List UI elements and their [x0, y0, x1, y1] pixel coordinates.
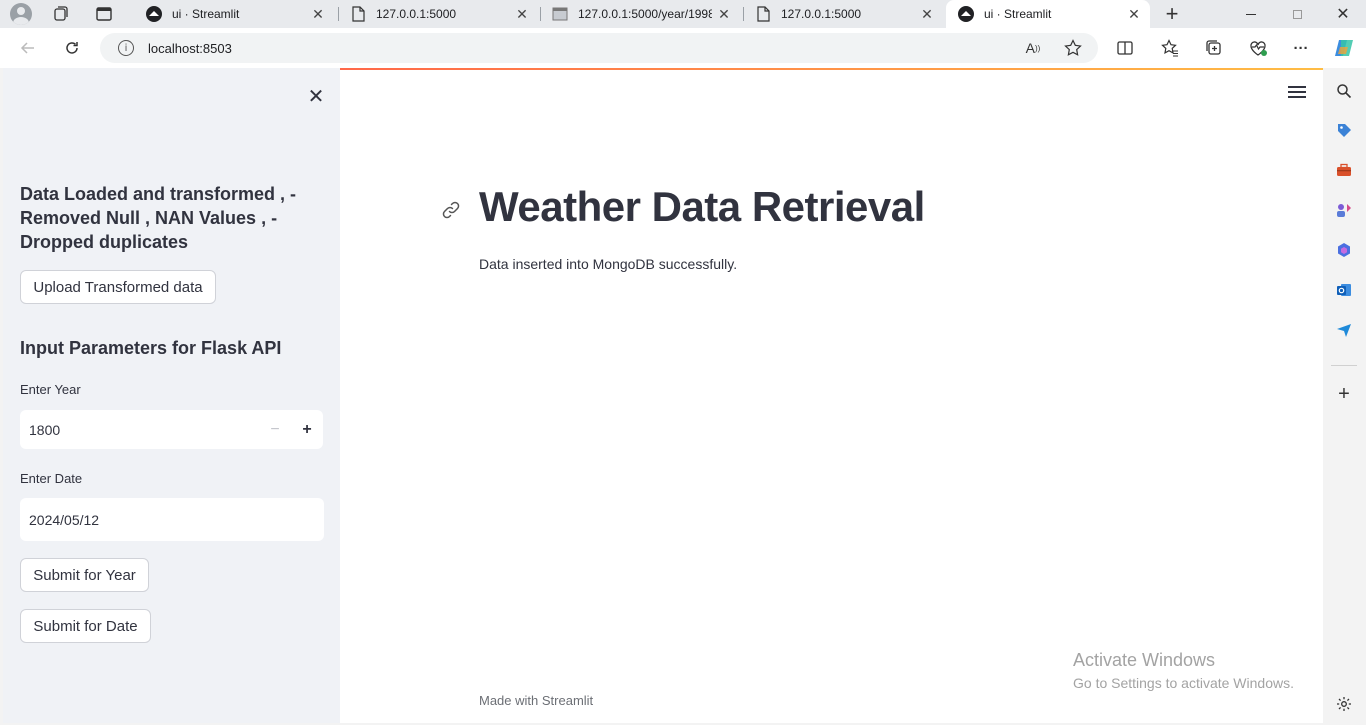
tab-label: ui · Streamlit [984, 7, 1052, 21]
increment-button[interactable]: + [291, 410, 323, 449]
settings-gear-icon[interactable] [1335, 695, 1353, 713]
edge-divider [1331, 365, 1357, 366]
year-input[interactable]: 1800 [20, 422, 259, 438]
tab-label: 127.0.0.1:5000 [781, 7, 862, 21]
upload-transformed-data-button[interactable]: Upload Transformed data [20, 270, 216, 304]
footer-prefix: Made with [479, 693, 539, 708]
terminal-page-icon [552, 6, 568, 22]
page-icon [350, 6, 366, 22]
submit-year-button[interactable]: Submit for Year [20, 558, 149, 592]
collections-icon[interactable] [1202, 36, 1226, 60]
close-icon[interactable]: ✕ [510, 6, 534, 23]
edge-sidebar: + [1323, 68, 1366, 725]
streamlit-link[interactable]: Streamlit [542, 693, 593, 708]
vertical-tabs-icon[interactable] [95, 5, 113, 23]
page-title: Weather Data Retrieval [479, 183, 925, 230]
tab-streamlit-1[interactable]: ui · Streamlit ✕ [134, 0, 334, 28]
close-icon[interactable]: ✕ [1122, 6, 1146, 23]
main-menu-icon[interactable] [1288, 84, 1306, 100]
profile-avatar-icon[interactable] [10, 3, 32, 25]
send-icon[interactable] [1335, 321, 1353, 339]
year-label: Enter Year [20, 382, 81, 397]
streamlit-page: ✕ Data Loaded and transformed , - Remove… [3, 68, 1323, 723]
close-icon[interactable]: ✕ [915, 6, 939, 23]
sidebar: ✕ Data Loaded and transformed , - Remove… [3, 68, 340, 723]
tools-briefcase-icon[interactable] [1335, 161, 1353, 179]
page-icon [755, 6, 771, 22]
decrement-button[interactable]: − [259, 410, 291, 449]
tab-label: 127.0.0.1:5000 [376, 7, 457, 21]
tab-label: ui · Streamlit [172, 7, 240, 21]
date-input[interactable]: 2024/05/12 [20, 498, 324, 541]
close-icon[interactable]: ✕ [306, 6, 330, 23]
address-bar[interactable]: i localhost:8503 [100, 33, 1098, 63]
add-icon[interactable]: + [1335, 383, 1353, 405]
refresh-icon[interactable] [60, 36, 84, 60]
tab-flask-1[interactable]: 127.0.0.1:5000 ✕ [338, 0, 538, 28]
new-tab-button[interactable]: + [1160, 1, 1184, 26]
close-icon[interactable]: ✕ [712, 6, 736, 23]
address-url[interactable]: localhost:8503 [148, 41, 232, 56]
sidebar-status-heading: Data Loaded and transformed , - Removed … [20, 184, 297, 252]
submit-date-button[interactable]: Submit for Date [20, 609, 151, 643]
close-sidebar-button[interactable]: ✕ [304, 84, 328, 108]
year-number-input: 1800 − + [20, 410, 323, 449]
favorite-star-icon[interactable] [1061, 36, 1085, 60]
read-aloud-icon[interactable]: A)) [1021, 36, 1045, 60]
back-arrow-icon[interactable] [16, 36, 40, 60]
close-window-icon[interactable]: ✕ [1320, 0, 1366, 28]
outlook-icon[interactable] [1335, 281, 1353, 299]
tab-streamlit-active[interactable]: ui · Streamlit ✕ [946, 0, 1150, 28]
streamlit-icon [146, 6, 162, 22]
restore-icon[interactable] [1274, 0, 1320, 28]
params-heading: Input Parameters for Flask API [20, 338, 282, 358]
microsoft365-icon[interactable] [1335, 241, 1353, 259]
browser-essentials-icon[interactable] [1246, 36, 1270, 60]
tab-label: 127.0.0.1:5000/year/1998 [578, 7, 712, 21]
link-icon[interactable] [440, 199, 462, 221]
search-icon[interactable] [1335, 82, 1353, 100]
tab-flask-year[interactable]: 127.0.0.1:5000/year/1998 ✕ [540, 0, 740, 28]
copilot-icon[interactable] [1332, 36, 1356, 60]
site-info-icon[interactable]: i [118, 40, 134, 56]
streamlit-icon [958, 6, 974, 22]
footer: Made with Streamlit [479, 693, 593, 708]
status-message: Data inserted into MongoDB successfully. [479, 256, 738, 272]
tab-strip: ui · Streamlit ✕ 127.0.0.1:5000 ✕ 127.0.… [0, 0, 1366, 28]
workspaces-icon[interactable] [52, 5, 70, 23]
minimize-icon[interactable] [1228, 0, 1274, 28]
favorites-icon[interactable] [1158, 36, 1182, 60]
split-screen-icon[interactable] [1113, 36, 1137, 60]
address-bar-row: i localhost:8503 A)) ··· [0, 28, 1366, 68]
tab-flask-2[interactable]: 127.0.0.1:5000 ✕ [743, 0, 943, 28]
more-options-icon[interactable]: ··· [1289, 36, 1313, 60]
shopping-tag-icon[interactable] [1335, 121, 1353, 139]
games-icon[interactable] [1335, 201, 1353, 219]
date-label: Enter Date [20, 471, 83, 486]
